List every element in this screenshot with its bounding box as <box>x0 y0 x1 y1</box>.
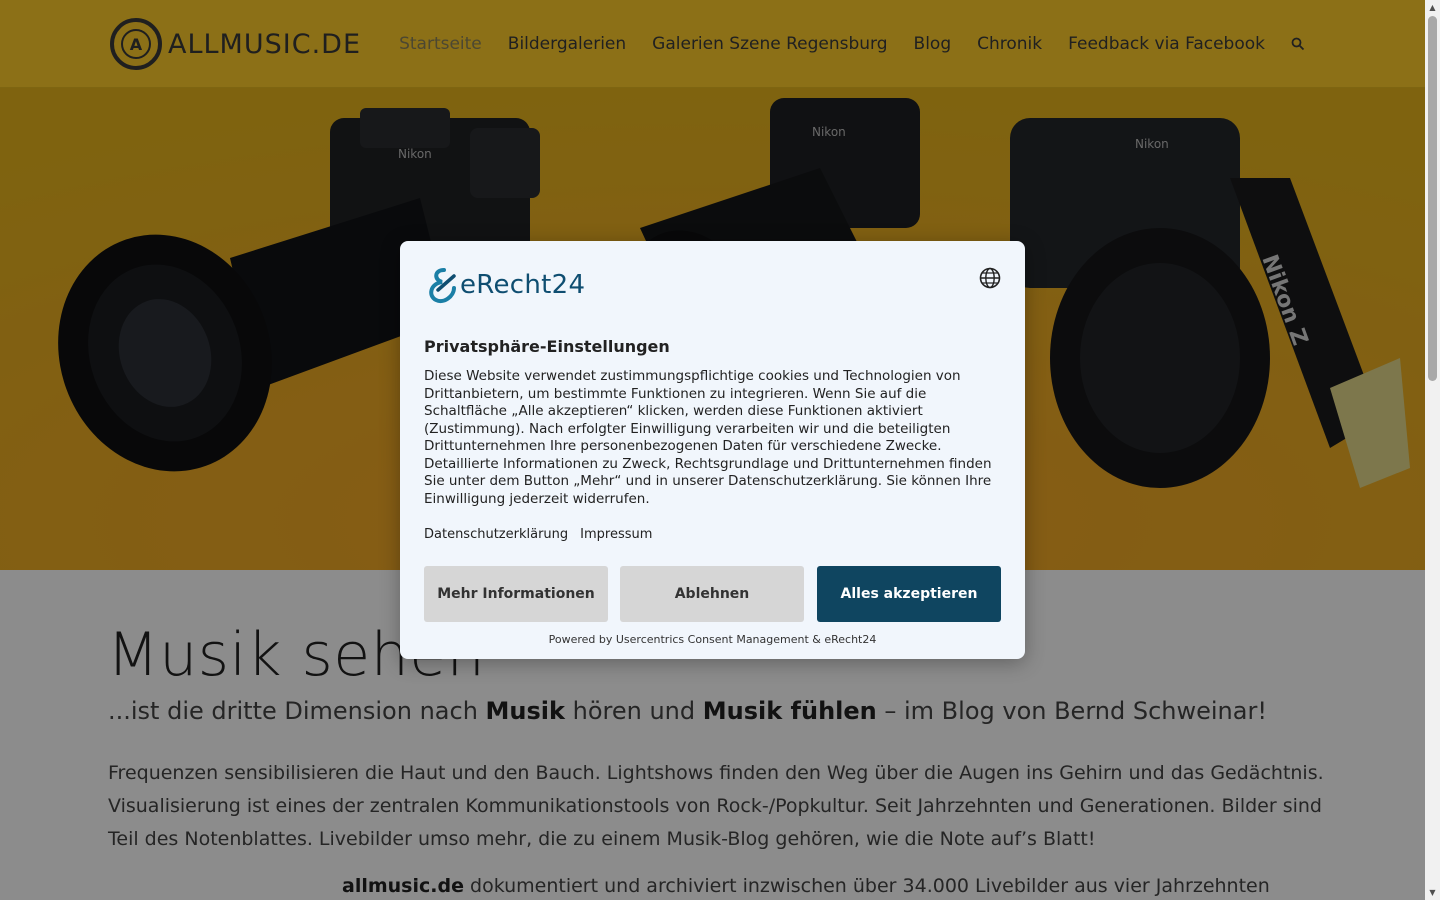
page-scrollbar[interactable]: ▲ ▼ <box>1425 0 1440 900</box>
consent-links: Datenschutzerklärung Impressum <box>424 527 664 542</box>
consent-dialog: eRecht24 Privatsphäre-Einstellungen Dies… <box>400 241 1025 659</box>
erecht24-logo-icon <box>429 268 456 303</box>
consent-title: Privatsphäre-Einstellungen <box>424 337 670 356</box>
accept-all-button[interactable]: Alles akzeptieren <box>817 566 1001 622</box>
powered-by-text: Powered by Usercentrics Consent Manageme… <box>548 633 877 646</box>
consent-description: Diese Website verwendet zustimmungspflic… <box>424 368 992 507</box>
scroll-up-icon[interactable]: ▲ <box>1425 0 1440 15</box>
consent-brand-name: eRecht24 <box>460 270 586 300</box>
consent-brand-logo: eRecht24 <box>424 266 585 304</box>
imprint-link[interactable]: Impressum <box>580 527 652 542</box>
language-globe-icon[interactable] <box>979 267 1001 289</box>
privacy-policy-link[interactable]: Datenschutzerklärung <box>424 527 568 542</box>
scrollbar-thumb[interactable] <box>1428 16 1437 381</box>
scroll-down-icon[interactable]: ▼ <box>1425 885 1440 900</box>
more-information-button[interactable]: Mehr Informationen <box>424 566 608 622</box>
deny-button[interactable]: Ablehnen <box>620 566 804 622</box>
